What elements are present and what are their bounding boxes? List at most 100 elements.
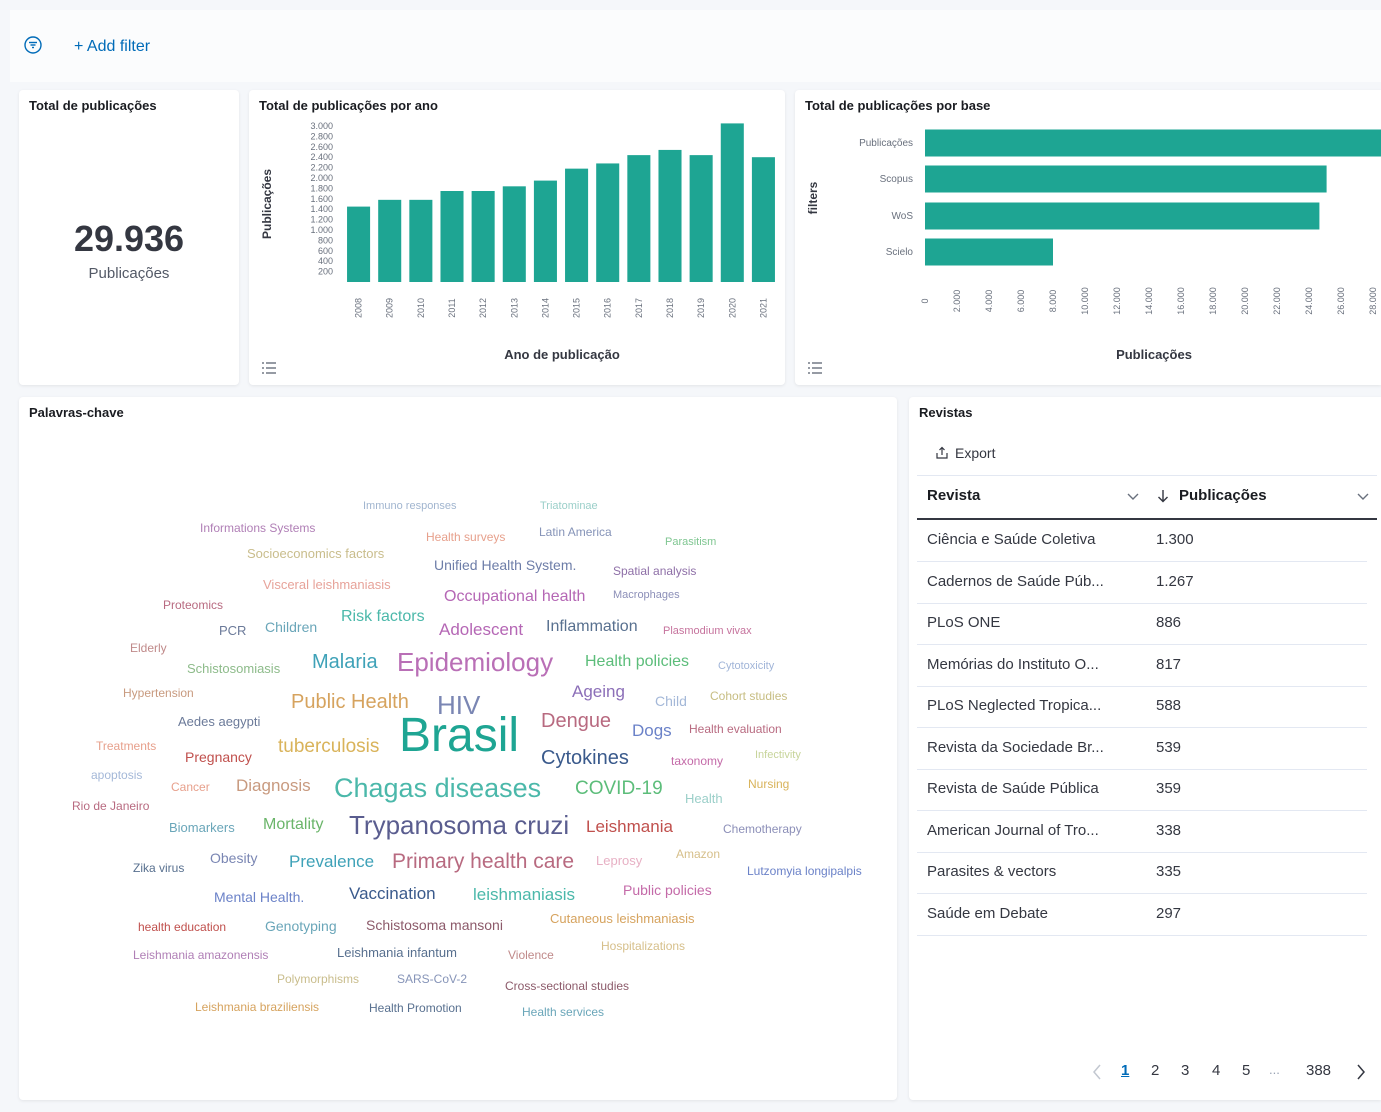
word-cloud-term[interactable]: Elderly	[130, 642, 167, 654]
chevron-down-icon[interactable]	[1357, 493, 1369, 501]
legend-toggle-icon[interactable]	[807, 361, 823, 375]
word-cloud-term[interactable]: Nursing	[748, 778, 789, 790]
column-header-publicacoes[interactable]: Publicações	[1179, 487, 1267, 504]
word-cloud-term[interactable]: tuberculosis	[278, 737, 379, 756]
word-cloud-term[interactable]: Proteomics	[163, 599, 223, 611]
word-cloud-term[interactable]: Schistosomiasis	[187, 662, 280, 675]
page-5-button[interactable]: 5	[1242, 1062, 1250, 1079]
word-cloud-term[interactable]: COVID-19	[575, 779, 663, 798]
word-cloud-term[interactable]: Macrophages	[613, 590, 680, 601]
word-cloud-term[interactable]: Prevalence	[289, 853, 374, 870]
chevron-left-icon[interactable]	[1092, 1064, 1102, 1080]
word-cloud-term[interactable]: Health	[685, 792, 723, 805]
word-cloud-term[interactable]: Genotyping	[265, 919, 337, 933]
word-cloud-term[interactable]: Treatments	[96, 740, 156, 752]
x-tick-label: 4.000	[984, 290, 994, 313]
word-cloud-term[interactable]: leishmaniasis	[473, 886, 575, 903]
word-cloud-term[interactable]: Pregnancy	[185, 750, 252, 764]
word-cloud-term[interactable]: Informations Systems	[200, 522, 315, 534]
page-3-button[interactable]: 3	[1181, 1062, 1189, 1079]
export-button[interactable]: Export	[935, 445, 995, 461]
word-cloud-term[interactable]: Cancer	[171, 781, 210, 793]
bar	[596, 163, 620, 282]
word-cloud-term[interactable]: Violence	[508, 949, 554, 961]
word-cloud-term[interactable]: PCR	[219, 624, 246, 637]
word-cloud-term[interactable]: apoptosis	[91, 769, 142, 781]
word-cloud-term[interactable]: Dogs	[632, 722, 672, 739]
word-cloud-term[interactable]: Health surveys	[426, 531, 505, 543]
word-cloud-term[interactable]: Chagas diseases	[334, 775, 541, 802]
word-cloud-term[interactable]: Obesity	[210, 851, 257, 865]
word-cloud-term[interactable]: Amazon	[676, 848, 720, 860]
word-cloud-term[interactable]: Latin America	[539, 526, 612, 538]
chevron-down-icon[interactable]	[1127, 493, 1139, 501]
word-cloud-term[interactable]: Mental Health.	[214, 890, 304, 904]
word-cloud-term[interactable]: Dengue	[541, 711, 611, 731]
word-cloud-term[interactable]: Leishmania braziliensis	[195, 1001, 319, 1013]
word-cloud-term[interactable]: Mortality	[263, 817, 323, 833]
word-cloud-term[interactable]: Brasil	[399, 712, 519, 760]
page-4-button[interactable]: 4	[1212, 1062, 1220, 1079]
word-cloud-term[interactable]: Parasitism	[665, 537, 716, 548]
word-cloud-term[interactable]: Cytotoxicity	[718, 661, 774, 672]
add-filter-button[interactable]: + Add filter	[74, 38, 150, 56]
x-tick-label: 26.000	[1336, 287, 1346, 315]
word-cloud-term[interactable]: Visceral leishmaniasis	[263, 578, 391, 591]
word-cloud-term[interactable]: Health Promotion	[369, 1002, 462, 1014]
word-cloud-term[interactable]: Triatominae	[540, 501, 598, 512]
word-cloud-term[interactable]: Inflammation	[546, 619, 638, 635]
word-cloud-term[interactable]: Public Health	[291, 692, 409, 712]
word-cloud-term[interactable]: Hypertension	[123, 687, 194, 699]
word-cloud-term[interactable]: Schistosoma mansoni	[366, 918, 503, 932]
word-cloud-term[interactable]: Child	[655, 694, 687, 708]
word-cloud-term[interactable]: Aedes aegypti	[178, 715, 260, 728]
word-cloud-term[interactable]: Spatial analysis	[613, 565, 696, 577]
word-cloud-term[interactable]: Trypanosoma cruzi	[349, 812, 569, 838]
word-cloud-term[interactable]: Plasmodium vivax	[663, 626, 752, 637]
word-cloud-term[interactable]: Hospitalizations	[601, 940, 685, 952]
word-cloud-term[interactable]: Adolescent	[439, 621, 523, 638]
word-cloud-term[interactable]: Children	[265, 620, 317, 634]
word-cloud-term[interactable]: Leishmania	[586, 818, 673, 835]
word-cloud-term[interactable]: Health evaluation	[689, 723, 782, 735]
word-cloud-term[interactable]: Vaccination	[349, 885, 436, 902]
word-cloud-term[interactable]: Socioeconomics factors	[247, 547, 384, 560]
word-cloud-term[interactable]: Cytokines	[541, 748, 629, 768]
word-cloud-term[interactable]: Public policies	[623, 883, 712, 897]
word-cloud-term[interactable]: Occupational health	[444, 589, 585, 605]
word-cloud-term[interactable]: Chemotherapy	[723, 823, 802, 835]
word-cloud-term[interactable]: Cutaneous leishmaniasis	[550, 912, 695, 925]
page-2-button[interactable]: 2	[1151, 1062, 1159, 1079]
word-cloud-term[interactable]: health education	[138, 921, 226, 933]
sort-arrow-down-icon[interactable]	[1157, 489, 1169, 503]
word-cloud-term[interactable]: Unified Health System.	[434, 558, 576, 572]
word-cloud-term[interactable]: taxonomy	[671, 755, 723, 767]
word-cloud-term[interactable]: Health services	[522, 1006, 604, 1018]
word-cloud-term[interactable]: Epidemiology	[397, 649, 553, 675]
word-cloud-term[interactable]: Leishmania amazonensis	[133, 949, 268, 961]
word-cloud-term[interactable]: Leishmania infantum	[337, 946, 457, 959]
word-cloud-term[interactable]: Malaria	[312, 652, 378, 672]
word-cloud-term[interactable]: Health policies	[585, 654, 689, 670]
word-cloud-term[interactable]: Leprosy	[596, 854, 642, 867]
word-cloud-term[interactable]: Diagnosis	[236, 777, 311, 794]
word-cloud-term[interactable]: Biomarkers	[169, 821, 235, 834]
legend-toggle-icon[interactable]	[261, 361, 277, 375]
word-cloud-term[interactable]: Primary health care	[392, 851, 574, 872]
word-cloud-term[interactable]: Cross-sectional studies	[505, 980, 629, 992]
word-cloud-term[interactable]: Ageing	[572, 683, 625, 700]
page-1-button[interactable]: 1	[1121, 1062, 1129, 1079]
word-cloud-term[interactable]: Rio de Janeiro	[72, 800, 149, 812]
column-header-revista[interactable]: Revista	[927, 487, 980, 504]
word-cloud-term[interactable]: Risk factors	[341, 609, 425, 625]
filter-icon[interactable]	[24, 36, 42, 54]
word-cloud-term[interactable]: Cohort studies	[710, 690, 787, 702]
word-cloud-term[interactable]: SARS-CoV-2	[397, 973, 467, 985]
page-last-button[interactable]: 388	[1306, 1062, 1331, 1079]
word-cloud-term[interactable]: Polymorphisms	[277, 973, 359, 985]
word-cloud-term[interactable]: Zika virus	[133, 862, 184, 874]
word-cloud-term[interactable]: Immuno responses	[363, 501, 457, 512]
chevron-right-icon[interactable]	[1356, 1064, 1366, 1080]
word-cloud-term[interactable]: Infectivity	[755, 750, 801, 761]
word-cloud-term[interactable]: Lutzomyia longipalpis	[747, 865, 862, 877]
